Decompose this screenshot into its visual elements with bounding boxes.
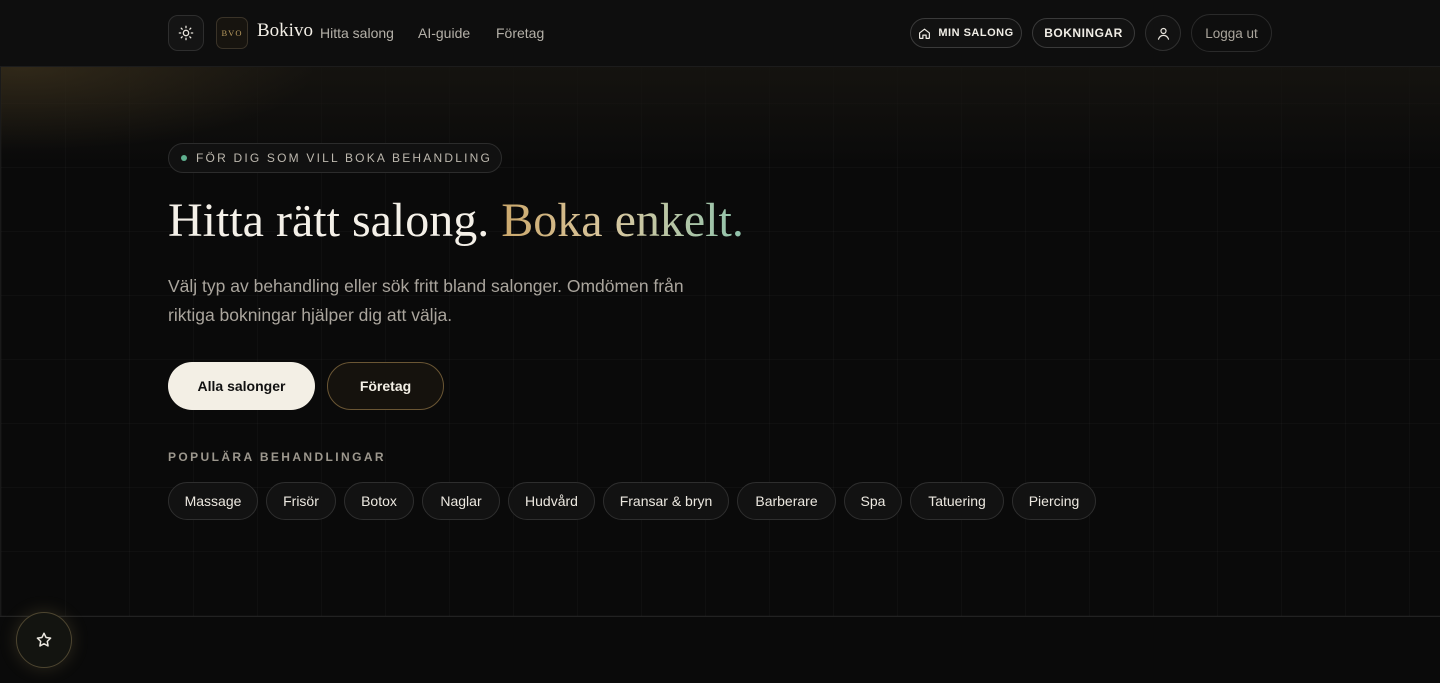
favorites-button[interactable] (16, 612, 72, 668)
alla-salonger-button[interactable]: Alla salonger (168, 362, 315, 410)
site-header: BVO Bokivo Hitta salong AI-guide Företag… (0, 0, 1440, 67)
eyebrow-text: FÖR DIG SOM VILL BOKA BEHANDLING (196, 151, 493, 165)
star-icon (36, 632, 52, 647)
chip-massage[interactable]: Massage (168, 482, 258, 520)
nav-link-ai-guide[interactable]: AI-guide (418, 25, 470, 41)
logo[interactable]: BVO (216, 17, 248, 49)
footer-band (0, 616, 1440, 683)
brand-name[interactable]: Bokivo (257, 20, 313, 42)
chip-naglar[interactable]: Naglar (422, 482, 500, 520)
headline-part1: Hitta rätt salong. (168, 194, 490, 247)
foretag-button[interactable]: Företag (327, 362, 444, 410)
chip-spa[interactable]: Spa (844, 482, 902, 520)
min-salong-label: MIN SALONG (938, 27, 1014, 39)
user-icon (1157, 27, 1169, 40)
min-salong-button[interactable]: MIN SALONG (910, 18, 1022, 48)
chip-frisor[interactable]: Frisör (266, 482, 336, 520)
home-icon (919, 28, 931, 39)
popular-treatments-label: POPULÄRA BEHANDLINGAR (168, 450, 386, 464)
nav-link-foretag[interactable]: Företag (496, 25, 544, 41)
bokningar-label: BOKNINGAR (1044, 26, 1123, 40)
chip-barberare[interactable]: Barberare (737, 482, 836, 520)
page-title: Hitta rätt salong. Boka enkelt. (168, 190, 744, 252)
chip-fransar-bryn[interactable]: Fransar & bryn (603, 482, 729, 520)
bokningar-button[interactable]: BOKNINGAR (1032, 18, 1135, 48)
headline-part2: Boka enkelt. (501, 194, 744, 247)
hero-subtitle: Välj typ av behandling eller sök fritt b… (168, 276, 684, 325)
profile-button[interactable] (1145, 15, 1181, 51)
chip-botox[interactable]: Botox (344, 482, 414, 520)
nav-link-hitta-salong[interactable]: Hitta salong (320, 25, 394, 41)
eyebrow-badge: FÖR DIG SOM VILL BOKA BEHANDLING (168, 143, 502, 173)
chip-piercing[interactable]: Piercing (1012, 482, 1096, 520)
logout-button[interactable]: Logga ut (1191, 14, 1272, 52)
theme-toggle-button[interactable] (168, 15, 204, 51)
chip-hudvard[interactable]: Hudvård (508, 482, 595, 520)
chip-tatuering[interactable]: Tatuering (910, 482, 1004, 520)
sun-icon (178, 25, 194, 41)
status-dot (181, 155, 187, 161)
